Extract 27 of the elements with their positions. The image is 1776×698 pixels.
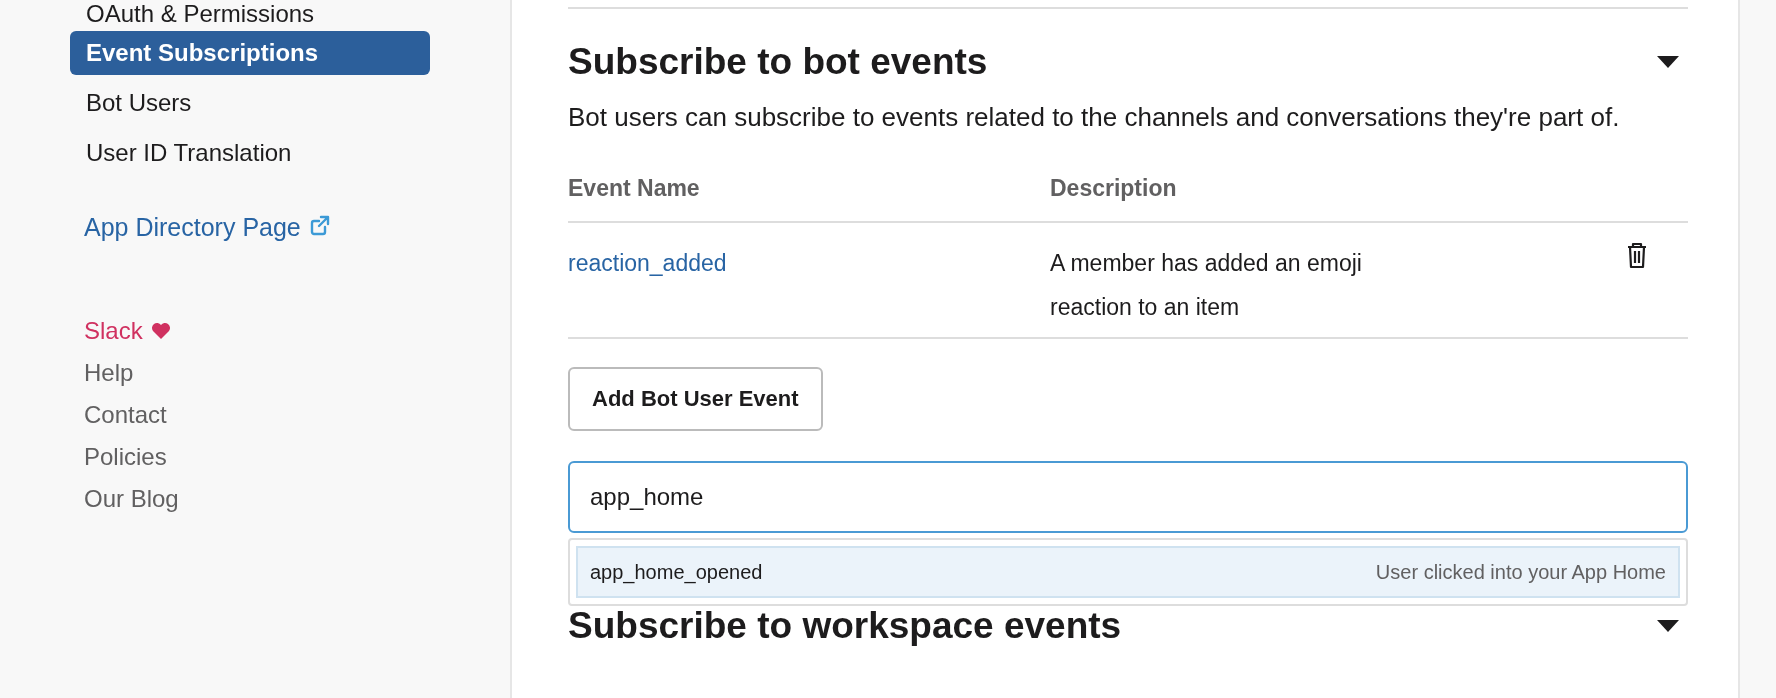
footer-link[interactable]: Help	[84, 359, 134, 387]
app-directory-link[interactable]: App Directory Page	[84, 213, 301, 242]
caret-icon[interactable]	[1656, 55, 1680, 69]
table-cell-text: A member has added an emoji reaction to an item	[1050, 249, 1363, 322]
add-event-button[interactable]: Add Bot User Event	[568, 367, 823, 431]
section-title: Subscribe to bot events	[568, 40, 988, 84]
sidebar-item[interactable]: OAuth & Permissions	[70, 0, 430, 28]
footer-link[interactable]: Slack	[84, 317, 143, 345]
event-search-field[interactable]: app_home	[568, 461, 1688, 533]
suggestion-item[interactable]: app_home_opened User clicked into your App Home	[576, 546, 1680, 598]
footer-link[interactable]: Our Blog	[84, 485, 179, 513]
sidebar-item[interactable]: Event Subscriptions	[70, 31, 430, 75]
external-link-icon	[308, 213, 331, 236]
suggestion-name: app_home_opened	[590, 560, 763, 584]
heart-icon	[150, 322, 171, 340]
sidebar-item[interactable]: Bot Users	[70, 81, 430, 125]
sidebar-item[interactable]: User ID Translation	[70, 131, 430, 175]
column-header: Event Name	[568, 174, 701, 202]
caret-icon[interactable]	[1656, 619, 1680, 633]
section-title: Subscribe to workspace events	[568, 604, 1122, 648]
trash-icon[interactable]	[1626, 241, 1648, 269]
suggestion-description: User clicked into your App Home	[1375, 560, 1666, 584]
footer-link[interactable]: Policies	[84, 443, 167, 471]
event-link[interactable]: reaction_added	[568, 250, 727, 276]
section-description: Bot users can subscribe to events related to the channels and conversations they're part of.	[568, 101, 1621, 134]
footer-link[interactable]: Contact	[84, 401, 167, 429]
column-header: Description	[1050, 174, 1178, 202]
